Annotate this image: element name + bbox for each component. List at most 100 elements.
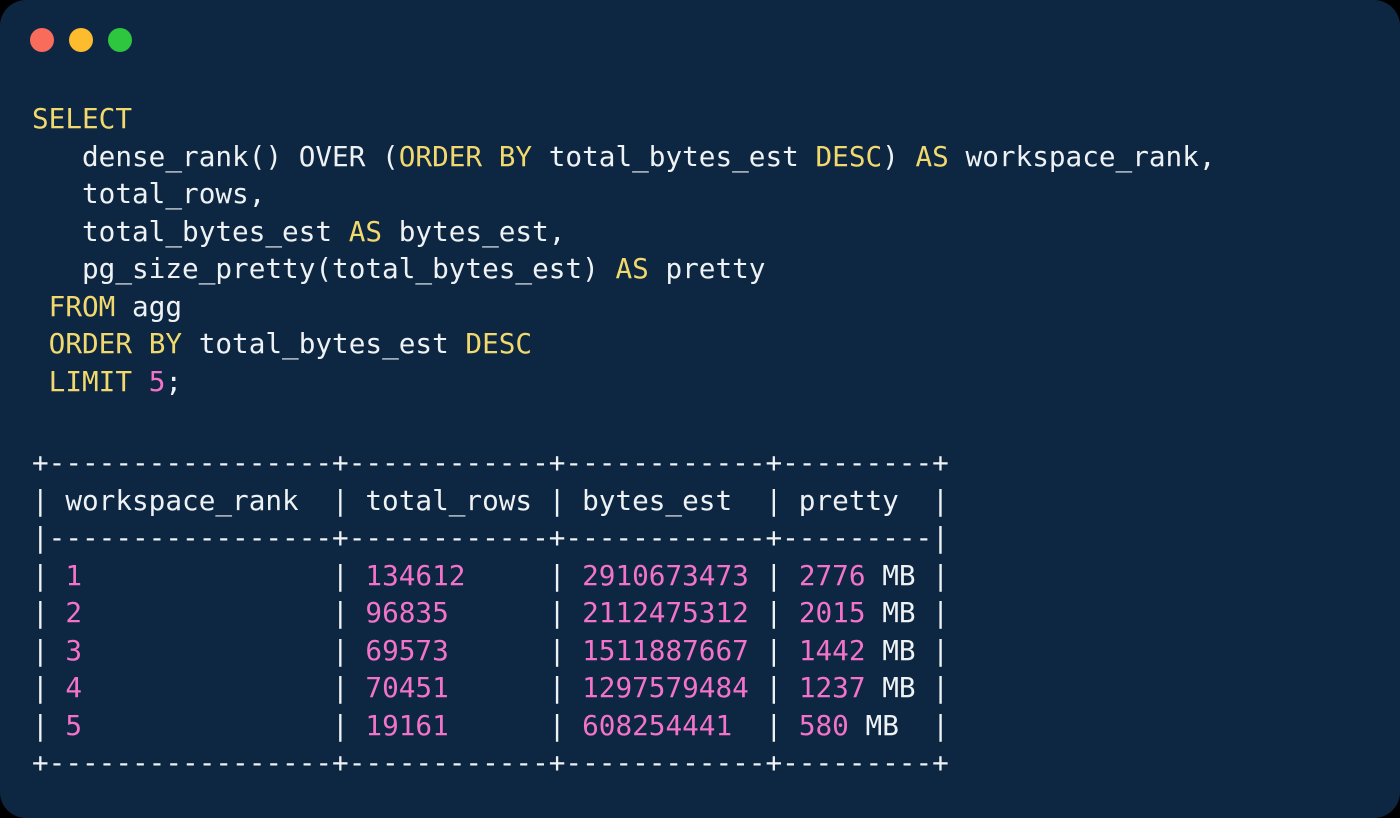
text-token: | [465, 559, 582, 592]
text-token: |-----------------+------------+--------… [32, 521, 949, 554]
text-token: total_bytes_est [182, 327, 465, 360]
text-token: +-----------------+------------+--------… [32, 746, 949, 779]
sql-keyword-token: SELECT [32, 102, 132, 135]
text-token: MB | [866, 671, 949, 704]
number-token: 19161 [365, 709, 448, 742]
number-token: 3 [65, 634, 82, 667]
text-token: MB | [866, 634, 949, 667]
number-token: 5 [149, 365, 166, 398]
sql-keyword-token: ORDER BY [399, 140, 532, 173]
text-token: agg [115, 290, 182, 323]
code-line: FROM agg [32, 288, 1216, 326]
text-token: +-----------------+------------+--------… [32, 446, 949, 479]
number-token: 96835 [365, 596, 448, 629]
text-token: MB | [866, 596, 949, 629]
table-line: +-----------------+------------+--------… [32, 744, 949, 782]
number-token: 4 [65, 671, 82, 704]
sql-keyword-token: FROM [49, 290, 116, 323]
number-token: 580 [799, 709, 849, 742]
table-line: | 5 | 19161 | 608254441 | 580 MB | [32, 707, 949, 745]
close-window-button[interactable] [30, 28, 54, 52]
number-token: 2112475312 [582, 596, 749, 629]
sql-keyword-token: AS [916, 140, 949, 173]
text-token: | workspace_rank | total_rows | bytes_es… [32, 484, 949, 517]
code-line: total_bytes_est AS bytes_est, [32, 213, 1216, 251]
number-token: 70451 [365, 671, 448, 704]
text-token: bytes_est, [382, 215, 565, 248]
text-token: | [449, 709, 582, 742]
text-token [32, 290, 49, 323]
text-token: | [32, 709, 65, 742]
number-token: 2015 [799, 596, 866, 629]
number-token: 69573 [365, 634, 448, 667]
text-token: | [449, 634, 582, 667]
text-token: | [82, 559, 365, 592]
text-token: | [449, 596, 582, 629]
number-token: 1 [65, 559, 82, 592]
number-token: 2776 [799, 559, 866, 592]
zoom-window-button[interactable] [108, 28, 132, 52]
table-line: |-----------------+------------+--------… [32, 519, 949, 557]
query-result-table: +-----------------+------------+--------… [32, 444, 949, 782]
text-token: | [732, 709, 799, 742]
text-token: | [32, 634, 65, 667]
text-token: | [82, 709, 365, 742]
text-token: | [449, 671, 582, 704]
text-token: | [32, 559, 65, 592]
code-line: SELECT [32, 100, 1216, 138]
sql-keyword-token: DESC [815, 140, 882, 173]
number-token: 1297579484 [582, 671, 749, 704]
table-line: +-----------------+------------+--------… [32, 444, 949, 482]
text-token: ) [882, 140, 915, 173]
text-token: workspace_rank, [949, 140, 1216, 173]
minimize-window-button[interactable] [69, 28, 93, 52]
terminal-window: SELECT dense_rank() OVER (ORDER BY total… [0, 0, 1400, 818]
number-token: 1442 [799, 634, 866, 667]
table-line: | 1 | 134612 | 2910673473 | 2776 MB | [32, 557, 949, 595]
number-token: 134612 [365, 559, 465, 592]
text-token: ; [165, 365, 182, 398]
number-token: 2 [65, 596, 82, 629]
text-token: | [82, 634, 365, 667]
text-token: | [749, 671, 799, 704]
number-token: 2910673473 [582, 559, 749, 592]
number-token: 1511887667 [582, 634, 749, 667]
sql-keyword-token: DESC [465, 327, 532, 360]
text-token: | [749, 634, 799, 667]
text-token: dense_rank() OVER ( [32, 140, 399, 173]
code-line: pg_size_pretty(total_bytes_est) AS prett… [32, 250, 1216, 288]
text-token [132, 365, 149, 398]
text-token [32, 365, 49, 398]
text-token: | [82, 596, 365, 629]
text-token: total_rows, [32, 177, 265, 210]
table-line: | 3 | 69573 | 1511887667 | 1442 MB | [32, 632, 949, 670]
text-token: | [32, 671, 65, 704]
text-token: total_bytes_est [532, 140, 815, 173]
code-line: dense_rank() OVER (ORDER BY total_bytes_… [32, 138, 1216, 176]
number-token: 608254441 [582, 709, 732, 742]
table-line: | 4 | 70451 | 1297579484 | 1237 MB | [32, 669, 949, 707]
text-token: pg_size_pretty(total_bytes_est) [32, 252, 615, 285]
number-token: 5 [65, 709, 82, 742]
sql-keyword-token: ORDER BY [49, 327, 182, 360]
sql-keyword-token: LIMIT [49, 365, 132, 398]
table-line: | workspace_rank | total_rows | bytes_es… [32, 482, 949, 520]
sql-keyword-token: AS [349, 215, 382, 248]
text-token: MB | [866, 559, 949, 592]
sql-code-block: SELECT dense_rank() OVER (ORDER BY total… [32, 100, 1216, 400]
text-token: | [749, 596, 799, 629]
text-token: | [82, 671, 365, 704]
text-token [32, 327, 49, 360]
text-token: total_bytes_est [32, 215, 349, 248]
sql-keyword-token: AS [615, 252, 648, 285]
number-token: 1237 [799, 671, 866, 704]
text-token: | [749, 559, 799, 592]
text-token: MB | [849, 709, 949, 742]
code-line: LIMIT 5; [32, 363, 1216, 401]
code-line: total_rows, [32, 175, 1216, 213]
table-line: | 2 | 96835 | 2112475312 | 2015 MB | [32, 594, 949, 632]
window-controls [30, 28, 132, 52]
text-token: | [32, 596, 65, 629]
text-token: pretty [649, 252, 766, 285]
code-line: ORDER BY total_bytes_est DESC [32, 325, 1216, 363]
